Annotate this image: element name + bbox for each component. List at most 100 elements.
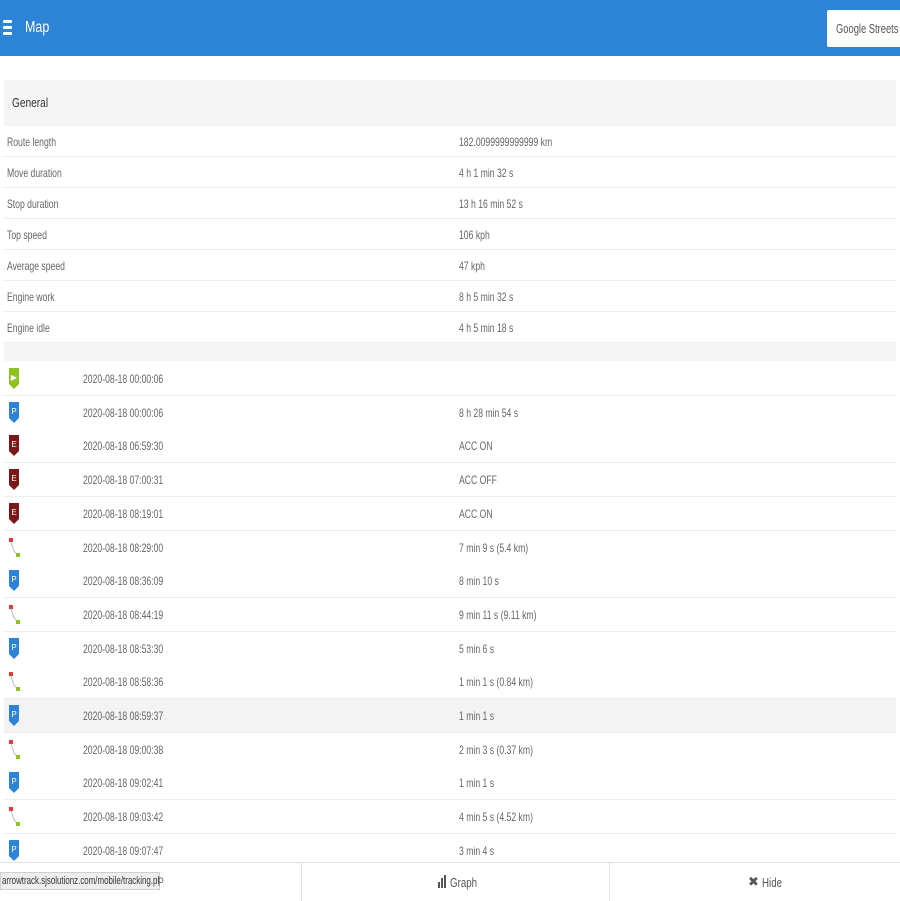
history-info: ACC OFF (459, 473, 497, 488)
history-time: 2020-08-18 00:00:06 (83, 405, 164, 420)
history-info: 9 min 11 s (9.11 km) (459, 607, 537, 622)
history-row[interactable]: E 2020-08-18 07:00:31 ACC OFF (4, 463, 896, 498)
history-time: 2020-08-18 08:19:01 (83, 506, 164, 521)
event-icon: E (8, 502, 20, 525)
hide-label: Hide (762, 875, 783, 890)
history-info: 3 min 4 s (459, 843, 495, 858)
svg-text:P: P (11, 407, 16, 416)
stat-row-average-speed: Average speed 47 kph (4, 250, 896, 281)
history-info: 5 min 6 s (459, 641, 495, 656)
general-heading: General (12, 95, 49, 110)
graph-button[interactable]: Graph (302, 863, 609, 901)
history-time: 2020-08-18 08:29:00 (83, 540, 164, 555)
map-layer-value: Google Streets (836, 21, 899, 36)
partial-footer-label: P (158, 875, 164, 889)
graph-label: Graph (450, 875, 478, 890)
stat-value: 13 h 16 min 52 s (459, 197, 523, 211)
history-time: 2020-08-18 09:02:41 (83, 776, 164, 791)
history-info: 1 min 1 s (459, 776, 495, 791)
close-icon: ✖ (748, 874, 759, 889)
stat-value: 4 h 1 min 32 s (459, 166, 514, 180)
graph-icon (438, 875, 446, 888)
event-icon: E (8, 434, 20, 457)
history-row[interactable]: P 2020-08-18 08:53:30 5 min 6 s (4, 631, 896, 666)
history-row[interactable]: P 2020-08-18 00:00:06 8 h 28 min 54 s (4, 395, 896, 430)
history-time: 2020-08-18 08:53:30 (83, 641, 164, 656)
history-info: 2 min 3 s (0.37 km) (459, 742, 533, 757)
stat-label: Route length (7, 135, 57, 149)
parking-icon: P (8, 569, 20, 592)
stat-label: Move duration (7, 166, 62, 180)
svg-text:▶: ▶ (11, 373, 18, 382)
stat-value: 182.0099999999999 km (459, 135, 553, 149)
stat-row-top-speed: Top speed 106 kph (4, 219, 896, 250)
section-divider (4, 343, 896, 361)
history-time: 2020-08-18 09:07:47 (83, 843, 164, 858)
history-time: 2020-08-18 07:00:31 (83, 473, 164, 488)
history-time: 2020-08-18 00:00:06 (83, 372, 164, 386)
stat-label: Top speed (7, 228, 47, 242)
svg-text:P: P (11, 643, 16, 652)
app-header: Map Google Streets (0, 0, 900, 56)
footer-bar: arrowtrack.sjsolutionz.com/mobile/tracki… (0, 862, 900, 901)
history-row[interactable]: E 2020-08-18 08:19:01 ACC ON (4, 496, 896, 531)
history-row[interactable]: 2020-08-18 09:00:38 2 min 3 s (0.37 km) (4, 732, 896, 767)
hide-button[interactable]: ✖ Hide (610, 863, 900, 901)
general-section-header: General (4, 80, 896, 126)
history-row[interactable]: 2020-08-18 08:29:00 7 min 9 s (5.4 km) (4, 530, 896, 565)
history-time: 2020-08-18 08:59:37 (83, 709, 164, 723)
stat-label: Average speed (7, 259, 65, 273)
hamburger-menu-icon[interactable] (3, 20, 15, 36)
svg-text:P: P (11, 710, 16, 719)
map-layer-select[interactable]: Google Streets (827, 10, 900, 47)
drive-route-icon (8, 603, 20, 626)
stat-label: Stop duration (7, 197, 59, 211)
route-start-icon: ▶ (8, 367, 20, 390)
stat-row-engine-work: Engine work 8 h 5 min 32 s (4, 281, 896, 312)
parking-icon: P (8, 637, 20, 660)
history-info: 1 min 1 s (0.84 km) (459, 675, 533, 690)
history-info: 7 min 9 s (5.4 km) (459, 540, 529, 555)
stat-label: Engine work (7, 290, 55, 304)
svg-text:P: P (11, 845, 16, 854)
history-info: 8 min 10 s (459, 574, 499, 589)
history-info: 4 min 5 s (4.52 km) (459, 810, 533, 825)
drive-route-icon (8, 670, 20, 693)
stat-row-engine-idle: Engine idle 4 h 5 min 18 s (4, 312, 896, 343)
history-row[interactable]: 2020-08-18 08:58:36 1 min 1 s (0.84 km) (4, 665, 896, 700)
page-title: Map (25, 19, 50, 36)
history-info: ACC ON (459, 506, 493, 521)
stat-label: Engine idle (7, 321, 50, 335)
stat-row-stop-duration: Stop duration 13 h 16 min 52 s (4, 188, 896, 219)
history-time: 2020-08-18 06:59:30 (83, 439, 164, 454)
stat-value: 4 h 5 min 18 s (459, 321, 514, 335)
history-row[interactable]: P 2020-08-18 08:59:37 1 min 1 s (4, 699, 896, 733)
history-time: 2020-08-18 08:36:09 (83, 574, 164, 589)
stat-row-move-duration: Move duration 4 h 1 min 32 s (4, 157, 896, 188)
stat-row-route-length: Route length 182.0099999999999 km (4, 126, 896, 157)
svg-text:E: E (11, 508, 16, 517)
parking-icon: P (8, 401, 20, 424)
history-info: 1 min 1 s (459, 709, 495, 723)
svg-text:P: P (11, 575, 16, 584)
parking-icon: P (8, 771, 20, 794)
stat-value: 8 h 5 min 32 s (459, 290, 514, 304)
history-row[interactable]: 2020-08-18 09:03:42 4 min 5 s (4.52 km) (4, 800, 896, 835)
history-row[interactable]: 2020-08-18 08:44:19 9 min 11 s (9.11 km) (4, 597, 896, 632)
status-url-tooltip: arrowtrack.sjsolutionz.com/mobile/tracki… (0, 872, 160, 890)
history-row[interactable]: ▶ 2020-08-18 00:00:06 (4, 362, 896, 396)
status-url-text: arrowtrack.sjsolutionz.com/mobile/tracki… (2, 875, 160, 887)
history-row[interactable]: P 2020-08-18 09:02:41 1 min 1 s (4, 766, 896, 801)
drive-route-icon (8, 805, 20, 828)
history-row[interactable]: E 2020-08-18 06:59:30 ACC ON (4, 429, 896, 464)
svg-text:E: E (11, 440, 16, 449)
stat-value: 106 kph (459, 228, 490, 242)
history-info: ACC ON (459, 439, 493, 454)
stat-value: 47 kph (459, 259, 485, 273)
history-time: 2020-08-18 09:00:38 (83, 742, 164, 757)
drive-route-icon (8, 536, 20, 559)
drive-route-icon (8, 738, 20, 761)
history-info: 8 h 28 min 54 s (459, 405, 519, 420)
history-row[interactable]: P 2020-08-18 08:36:09 8 min 10 s (4, 564, 896, 599)
history-time: 2020-08-18 08:58:36 (83, 675, 164, 690)
